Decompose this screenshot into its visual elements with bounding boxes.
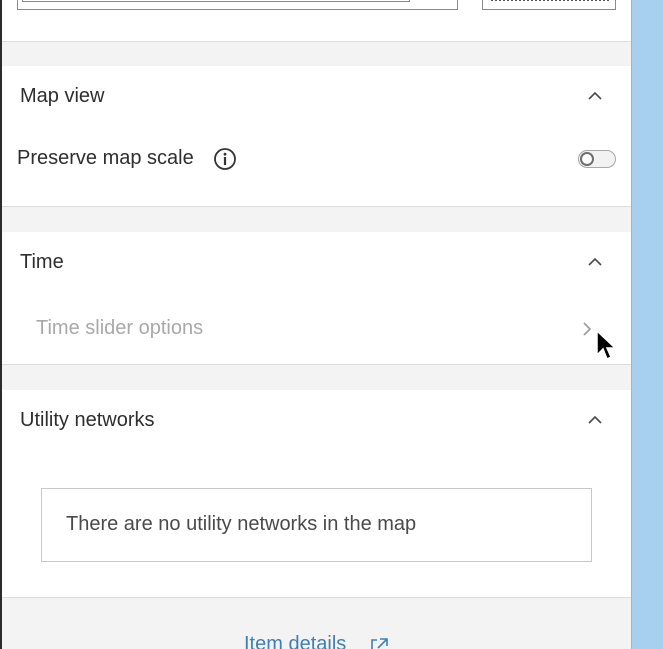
map-canvas-edge[interactable] (631, 0, 663, 649)
utility-networks-header[interactable]: Utility networks (20, 409, 154, 432)
previous-input-field[interactable] (17, 0, 458, 10)
mouse-cursor-icon (596, 330, 617, 361)
toggle-knob (580, 152, 594, 166)
map-view-header[interactable]: Map view (20, 85, 104, 108)
time-section: Time Time slider options (2, 232, 631, 365)
chevron-up-icon[interactable] (588, 91, 602, 101)
input-field-inner (22, 0, 410, 2)
info-icon[interactable] (213, 147, 237, 171)
chevron-up-icon[interactable] (588, 415, 602, 425)
preserve-map-scale-label: Preserve map scale (17, 147, 194, 169)
time-slider-options-item[interactable]: Time slider options (36, 317, 203, 340)
scale-selector[interactable] (482, 0, 616, 10)
previous-section-fields (2, 0, 631, 42)
chevron-right-icon[interactable] (582, 321, 592, 337)
map-view-section: Map view Preserve map scale (2, 66, 631, 207)
preserve-map-scale-toggle[interactable] (578, 150, 616, 168)
chevron-up-icon[interactable] (588, 257, 602, 267)
scale-ticks (491, 0, 609, 3)
map-properties-panel: Map view Preserve map scale Time Time sl… (2, 0, 631, 649)
time-header[interactable]: Time (20, 251, 64, 274)
item-details-link[interactable]: Item details (244, 633, 346, 649)
no-utility-networks-notice: There are no utility networks in the map (41, 488, 592, 562)
external-link-icon[interactable] (368, 636, 390, 649)
map-edge-line (631, 0, 632, 649)
notice-text: There are no utility networks in the map (66, 513, 417, 535)
utility-networks-section: Utility networks There are no utility ne… (2, 390, 631, 598)
